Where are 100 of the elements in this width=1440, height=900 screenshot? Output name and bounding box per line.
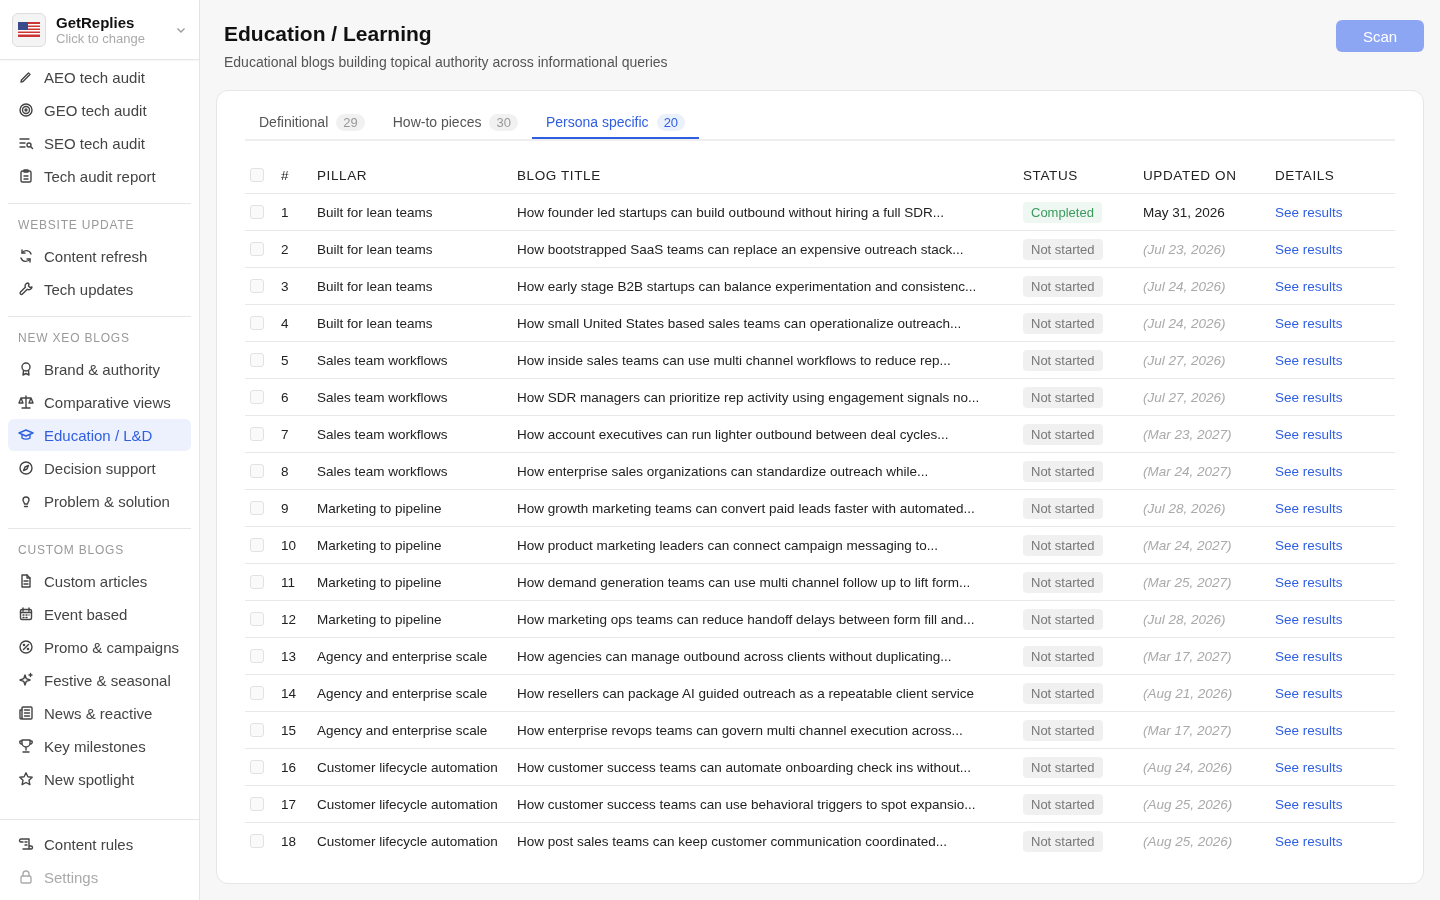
sidebar-item[interactable]: Brand & authority [8, 353, 191, 385]
wrench-icon [18, 281, 34, 297]
see-results-link[interactable]: See results [1275, 575, 1343, 590]
row-checkbox[interactable] [250, 723, 264, 737]
tab[interactable]: Definitional 29 [245, 107, 379, 139]
flag-icon [18, 22, 40, 37]
see-results-link[interactable]: See results [1275, 501, 1343, 516]
sidebar-item[interactable]: Key milestones [8, 730, 191, 762]
see-results-link[interactable]: See results [1275, 834, 1343, 849]
table-cell-text: How agencies can manage outbound across clients without duplicating... [517, 648, 953, 664]
see-results-link[interactable]: See results [1275, 390, 1343, 405]
see-results-link[interactable]: See results [1275, 205, 1343, 220]
date-text: (Aug 25, 2026) [1143, 797, 1233, 812]
row-checkbox[interactable] [250, 427, 264, 441]
sidebar-item[interactable]: Content rules [8, 828, 191, 860]
sidebar-item[interactable]: News & reactive [8, 697, 191, 729]
see-results-link[interactable]: See results [1275, 797, 1343, 812]
row-checkbox[interactable] [250, 538, 264, 552]
row-checkbox[interactable] [250, 575, 264, 589]
row-number: 7 [281, 426, 290, 442]
row-checkbox[interactable] [250, 279, 264, 293]
sidebar-item[interactable]: SEO tech audit [8, 127, 191, 159]
search-list-icon [18, 135, 34, 151]
account-switcher[interactable]: GetReplies Click to change [0, 0, 199, 60]
see-results-link[interactable]: See results [1275, 723, 1343, 738]
table-cell-text: How product marketing leaders can connect campaign messaging to... [517, 537, 939, 553]
account-hint: Click to change [56, 30, 146, 46]
sidebar-item[interactable]: AEO tech audit [8, 61, 191, 93]
see-results-link[interactable]: See results [1275, 649, 1343, 664]
status-badge: Not started [1023, 645, 1103, 667]
row-checkbox[interactable] [250, 797, 264, 811]
table-cell-text: Agency and enterprise scale [317, 648, 489, 664]
sidebar-item[interactable]: Promo & campaigns [8, 631, 191, 663]
sidebar-item[interactable]: Content refresh [8, 240, 191, 272]
count-badge: 20 [656, 113, 686, 131]
row-number: 12 [281, 611, 298, 627]
see-results-link[interactable]: See results [1275, 353, 1343, 368]
row-checkbox[interactable] [250, 612, 264, 626]
sidebar-item[interactable]: Tech audit report [8, 160, 191, 192]
sidebar-item[interactable]: Custom articles [8, 565, 191, 597]
see-results-link[interactable]: See results [1275, 242, 1343, 257]
see-results-link[interactable]: See results [1275, 464, 1343, 479]
sidebar-item[interactable]: Education / L&D [8, 419, 191, 451]
see-results-link[interactable]: See results [1275, 612, 1343, 627]
sidebar-item[interactable]: New spotlight [8, 763, 191, 795]
see-results-link[interactable]: See results [1275, 538, 1343, 553]
tab[interactable]: How-to pieces 30 [378, 107, 532, 139]
row-checkbox[interactable] [250, 353, 264, 367]
see-results-link[interactable]: See results [1275, 760, 1343, 775]
sidebar-item[interactable]: Problem & solution [8, 485, 191, 517]
row-checkbox[interactable] [250, 205, 264, 219]
date-text: (Mar 17, 2027) [1143, 649, 1232, 664]
table-cell-text: Built for lean teams [317, 204, 434, 220]
row-checkbox[interactable] [250, 649, 264, 663]
row-checkbox[interactable] [250, 834, 264, 848]
sidebar-item[interactable]: Event based [8, 598, 191, 630]
row-number: 3 [281, 278, 290, 294]
table-cell-text: How enterprise revops teams can govern multi channel execution across... [517, 722, 964, 738]
table-cell-text: Customer lifecycle automation [317, 796, 499, 812]
table-cell-text: Marketing to pipeline [317, 537, 443, 553]
row-checkbox[interactable] [250, 242, 264, 256]
see-results-link[interactable]: See results [1275, 686, 1343, 701]
pen-icon [18, 69, 34, 85]
row-checkbox[interactable] [250, 390, 264, 404]
row-number: 18 [281, 833, 298, 849]
column-header: PILLAR [317, 167, 369, 183]
date-text: (Jul 27, 2026) [1143, 390, 1226, 405]
sidebar-item[interactable]: Comparative views [8, 386, 191, 418]
select-all-checkbox[interactable] [250, 168, 264, 182]
status-badge: Not started [1023, 793, 1103, 815]
status-badge: Not started [1023, 275, 1103, 297]
date-text: (Aug 21, 2026) [1143, 686, 1233, 701]
column-header: UPDATED ON [1143, 167, 1238, 183]
row-checkbox[interactable] [250, 464, 264, 478]
sidebar-item[interactable]: Festive & seasonal [8, 664, 191, 696]
date-text: (Aug 24, 2026) [1143, 760, 1233, 775]
see-results-link[interactable]: See results [1275, 316, 1343, 331]
sidebar-item[interactable]: Decision support [8, 452, 191, 484]
see-results-link[interactable]: See results [1275, 427, 1343, 442]
see-results-link[interactable]: See results [1275, 279, 1343, 294]
date-text: (Jul 28, 2026) [1143, 501, 1226, 516]
lock-icon [18, 869, 34, 885]
status-badge: Not started [1023, 460, 1103, 482]
row-checkbox[interactable] [250, 316, 264, 330]
tab[interactable]: Persona specific 20 [531, 107, 700, 139]
date-text: (Aug 25, 2026) [1143, 834, 1233, 849]
status-badge: Not started [1023, 534, 1103, 556]
row-number: 13 [281, 648, 298, 664]
page-title: Education / Learning [224, 22, 433, 46]
row-checkbox[interactable] [250, 760, 264, 774]
date-text: (Mar 24, 2027) [1143, 538, 1232, 553]
row-checkbox[interactable] [250, 686, 264, 700]
row-checkbox[interactable] [250, 501, 264, 515]
table-cell-text: Marketing to pipeline [317, 611, 443, 627]
sidebar-item[interactable]: GEO tech audit [8, 94, 191, 126]
table-cell-text: How enterprise sales organizations can standardize outreach while... [517, 463, 930, 479]
sidebar-item[interactable]: Tech updates [8, 273, 191, 305]
date-text: (Jul 27, 2026) [1143, 353, 1226, 368]
section-heading: CUSTOM BLOGS [17, 542, 126, 559]
row-number: 4 [281, 315, 290, 331]
